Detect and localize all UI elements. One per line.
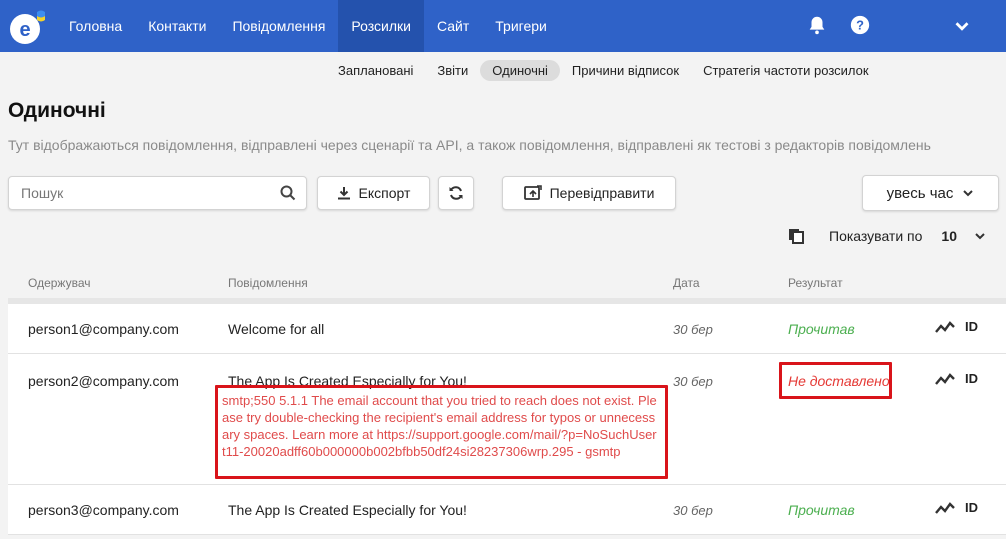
message-subject[interactable]: The App Is Created Especially for You! xyxy=(228,502,467,518)
id-button[interactable]: ID xyxy=(965,319,978,334)
bell-icon[interactable] xyxy=(806,14,828,36)
chart-line-icon[interactable] xyxy=(935,320,955,334)
chart-line-icon[interactable] xyxy=(935,501,955,515)
subnav-item[interactable]: Стратегія частоти розсилок xyxy=(691,60,880,81)
table-row[interactable]: person1@company.com Welcome for all 30 бер… xyxy=(8,304,1006,354)
subnav-item[interactable]: Причини відписок xyxy=(560,60,691,81)
download-icon xyxy=(337,186,351,200)
subnav-item[interactable]: Одиночні xyxy=(480,60,560,81)
recipient-email: person1@company.com xyxy=(28,321,179,337)
main-nav: Головна Контакти Повідомлення Розсилки Сайт Т… xyxy=(56,0,560,52)
export-button[interactable]: Експорт xyxy=(317,176,430,210)
search-input[interactable] xyxy=(21,185,271,201)
row-actions: ID xyxy=(935,371,978,386)
column-header-date: Дата xyxy=(673,276,700,290)
export-label: Експорт xyxy=(358,185,411,201)
column-header-recipient: Одержувач xyxy=(28,276,91,290)
nav-item-messages[interactable]: Повідомлення xyxy=(219,0,338,52)
page-size-label: Показувати по xyxy=(829,228,923,244)
nav-item-home[interactable]: Головна xyxy=(56,0,135,52)
top-bar: e Головна Контакти Повідомлення Розсилки Сай… xyxy=(0,0,1006,52)
row-actions: ID xyxy=(935,319,978,334)
status-highlight-box xyxy=(779,362,892,399)
sent-date: 30 бер xyxy=(673,322,713,337)
search-box[interactable] xyxy=(8,176,307,210)
nav-item-contacts[interactable]: Контакти xyxy=(135,0,219,52)
page-size-value[interactable]: 10 xyxy=(941,228,957,244)
refresh-button[interactable] xyxy=(438,176,474,210)
chart-line-icon[interactable] xyxy=(935,372,955,386)
id-button[interactable]: ID xyxy=(965,371,978,386)
subnav-item[interactable]: Заплановані xyxy=(326,60,425,81)
recipient-email: person2@company.com xyxy=(28,373,179,389)
column-header-message: Повідомлення xyxy=(228,276,308,290)
svg-text:?: ? xyxy=(856,18,864,33)
column-header-result: Результат xyxy=(788,276,843,290)
page-description: Тут відображаються повідомлення, відправ… xyxy=(8,137,931,153)
page-title: Одиночні xyxy=(8,99,106,122)
period-select[interactable]: увесь час xyxy=(862,175,999,211)
resend-icon xyxy=(523,185,542,201)
table-row[interactable]: person2@company.com The App Is Created Es… xyxy=(8,354,1006,485)
message-subject[interactable]: Welcome for all xyxy=(228,321,324,337)
delivery-status: Прочитав xyxy=(788,321,855,337)
pagination-control: Показувати по 10 xyxy=(788,228,986,244)
sent-date: 30 бер xyxy=(673,503,713,518)
chevron-down-icon[interactable] xyxy=(974,230,986,242)
messages-table: person1@company.com Welcome for all 30 бер… xyxy=(8,304,1006,535)
logo-icon[interactable]: e xyxy=(6,6,50,46)
subnav-item[interactable]: Звіти xyxy=(425,60,480,81)
chevron-down-icon[interactable] xyxy=(951,15,973,37)
copy-icon[interactable] xyxy=(788,228,804,244)
chevron-down-icon xyxy=(963,190,974,197)
help-icon[interactable]: ? xyxy=(849,14,871,36)
search-icon[interactable] xyxy=(280,185,296,201)
row-actions: ID xyxy=(935,500,978,515)
resend-label: Перевідправити xyxy=(549,185,655,201)
nav-item-triggers[interactable]: Тригери xyxy=(482,0,560,52)
recipient-email: person3@company.com xyxy=(28,502,179,518)
resend-button[interactable]: Перевідправити xyxy=(502,176,676,210)
delivery-status: Прочитав xyxy=(788,502,855,518)
nav-item-site[interactable]: Сайт xyxy=(424,0,482,52)
nav-item-mailings[interactable]: Розсилки xyxy=(338,0,424,52)
sub-nav: Заплановані Звіти Одиночні Причини відписок… xyxy=(326,60,881,81)
sent-date: 30 бер xyxy=(673,374,713,389)
period-label: увесь час xyxy=(886,184,954,202)
refresh-icon xyxy=(449,186,463,200)
svg-text:e: e xyxy=(19,19,30,41)
id-button[interactable]: ID xyxy=(965,500,978,515)
table-row[interactable]: person3@company.com The App Is Created Es… xyxy=(8,485,1006,535)
error-highlight-box xyxy=(215,385,668,479)
